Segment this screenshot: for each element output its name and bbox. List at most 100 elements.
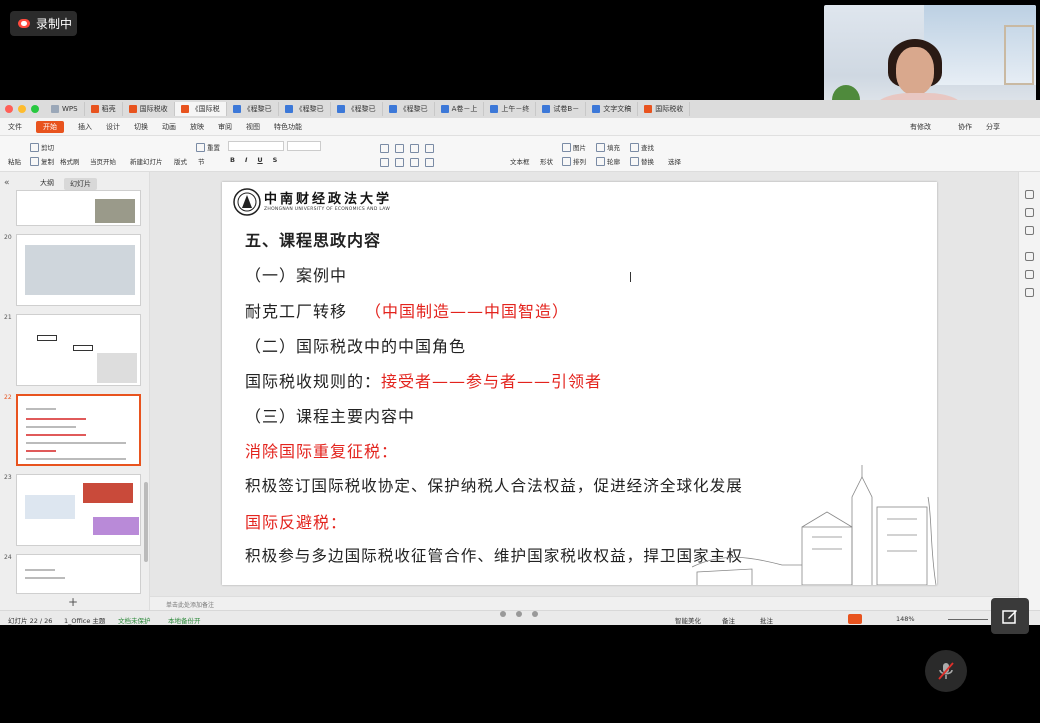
slide-thumbnail-21[interactable] xyxy=(16,314,141,386)
slide-count: 幻灯片 22 / 26 xyxy=(8,617,53,625)
menu-transition[interactable]: 切换 xyxy=(134,122,148,132)
pin-icon[interactable] xyxy=(1025,252,1034,261)
backup-icon[interactable] xyxy=(1025,288,1034,297)
backup-status[interactable]: 本地备份开 xyxy=(168,615,201,625)
bullets-icon[interactable] xyxy=(380,144,389,153)
history-icon[interactable] xyxy=(1025,226,1034,235)
format-painter-button[interactable]: 格式刷 xyxy=(60,156,80,166)
menu-animation[interactable]: 动画 xyxy=(162,122,176,132)
from-current-button[interactable]: 当页开始 xyxy=(90,156,116,166)
share-button[interactable]: 分享 xyxy=(986,122,1000,132)
add-slide-icon[interactable]: + xyxy=(68,595,78,609)
outdent-icon[interactable] xyxy=(425,144,434,153)
minimize-window-icon[interactable] xyxy=(18,105,26,113)
menu-review[interactable]: 审阅 xyxy=(218,122,232,132)
zoom-level[interactable]: 148% xyxy=(896,615,915,623)
justify-icon[interactable] xyxy=(425,158,434,167)
slide-thumbnail-23[interactable] xyxy=(16,474,141,546)
slide-thumbnail-19[interactable] xyxy=(16,190,141,226)
document-tab[interactable]: 文字文稿 xyxy=(586,102,639,116)
outline-tab[interactable]: 大纲 xyxy=(40,178,54,190)
slide-thumbnail-20[interactable] xyxy=(16,234,141,306)
document-icon xyxy=(90,105,99,113)
has-changes[interactable]: 有修改 xyxy=(910,122,931,132)
notes-toggle[interactable]: 备注 xyxy=(722,615,735,625)
close-window-icon[interactable] xyxy=(5,105,13,113)
italic-button[interactable]: I xyxy=(245,156,247,164)
notes-area[interactable]: 单击此处添加备注 xyxy=(150,596,1018,610)
share-icon[interactable] xyxy=(1025,270,1034,279)
document-tab[interactable]: 《程黎已 xyxy=(279,102,331,116)
document-icon xyxy=(51,105,59,113)
slides-tab[interactable]: 幻灯片 xyxy=(64,178,97,190)
align-right-icon[interactable] xyxy=(410,158,419,167)
smart-beautify-button[interactable]: 智能美化 xyxy=(675,615,701,625)
document-tab[interactable]: 试卷B－ xyxy=(536,102,587,116)
collapse-panel-icon[interactable]: « xyxy=(4,178,10,188)
document-tab[interactable]: 上午－终 xyxy=(484,102,537,116)
campus-sketch-image xyxy=(692,465,937,585)
underline-button[interactable]: U xyxy=(257,156,262,164)
document-tab[interactable]: 《国际税 xyxy=(174,102,227,116)
panel-scrollbar[interactable] xyxy=(144,482,148,562)
menu-start[interactable]: 开始 xyxy=(36,120,64,133)
recording-badge[interactable]: 录制中 xyxy=(10,11,77,36)
outline-button[interactable]: 轮廓 xyxy=(596,156,620,166)
document-tab[interactable]: 国际税收 xyxy=(638,102,691,116)
comment-toggle[interactable]: 批注 xyxy=(760,615,773,625)
find-button[interactable]: 查找 xyxy=(630,142,654,152)
new-slide-button[interactable]: 新建幻灯片 xyxy=(130,156,163,166)
play-slideshow-icon[interactable] xyxy=(848,614,862,624)
strikethrough-button[interactable]: S xyxy=(273,156,278,164)
textbox-button[interactable]: 文本框 xyxy=(510,156,530,166)
font-name-select[interactable] xyxy=(228,141,284,151)
zoom-slider[interactable] xyxy=(948,619,988,620)
document-tabs: WPS 稻壳 国际税收 《国际税 《程黎已 《程黎已 《程黎已 《程黎已 A卷－上 上午－终 试卷B… xyxy=(45,102,691,116)
document-tab[interactable]: 《程黎已 xyxy=(383,102,435,116)
document-tab-label: 试卷B－ xyxy=(553,105,580,113)
menu-slideshow[interactable]: 放映 xyxy=(190,122,204,132)
align-left-icon[interactable] xyxy=(380,158,389,167)
document-icon xyxy=(644,105,653,113)
mute-microphone-button[interactable] xyxy=(925,650,967,692)
maximize-window-icon[interactable] xyxy=(31,105,39,113)
arrange-button[interactable]: 排列 xyxy=(562,156,586,166)
document-tab[interactable]: A卷－上 xyxy=(435,102,485,116)
menu-insert[interactable]: 插入 xyxy=(78,122,92,132)
section-button[interactable]: 节 xyxy=(198,156,205,166)
slide-thumbnail-22[interactable] xyxy=(16,394,141,466)
select-button[interactable]: 选择 xyxy=(668,156,681,166)
annotate-button[interactable] xyxy=(991,598,1029,634)
cut-button[interactable]: 剪切 xyxy=(30,142,54,152)
reset-button[interactable]: 重置 xyxy=(196,142,220,152)
indent-icon[interactable] xyxy=(410,144,419,153)
align-center-icon[interactable] xyxy=(395,158,404,167)
replace-button[interactable]: 替换 xyxy=(630,156,654,166)
numbering-icon[interactable] xyxy=(395,144,404,153)
menu-design[interactable]: 设计 xyxy=(106,122,120,132)
slide-thumbnail-24[interactable] xyxy=(16,554,141,594)
bold-button[interactable]: B xyxy=(230,156,235,164)
font-size-select[interactable] xyxy=(287,141,321,151)
animation-icon[interactable] xyxy=(1025,208,1034,217)
shape-button[interactable]: 形状 xyxy=(540,156,553,166)
document-tab[interactable]: 国际税收 xyxy=(123,102,175,116)
menu-features[interactable]: 特色功能 xyxy=(274,122,302,132)
paste-button[interactable]: 粘贴 xyxy=(8,156,21,166)
copy-button[interactable]: 复制 xyxy=(30,156,54,166)
document-tab[interactable]: 《程黎已 xyxy=(227,102,279,116)
menu-file[interactable]: 文件 xyxy=(8,122,22,132)
picture-button[interactable]: 图片 xyxy=(562,142,586,152)
slide-line-rules: 国际税收规则的：接受者——参与者——引领者 xyxy=(245,372,603,391)
fill-button[interactable]: 填充 xyxy=(596,142,620,152)
current-slide[interactable]: 中南财经政法大学 ZHONGNAN UNIVERSITY OF ECONOMIC… xyxy=(222,182,937,585)
theme-name[interactable]: 1_Office 主题 xyxy=(64,615,105,625)
document-tab[interactable]: 《程黎已 xyxy=(331,102,383,116)
properties-icon[interactable] xyxy=(1025,190,1034,199)
layout-button[interactable]: 版式 xyxy=(174,156,187,166)
collaborate-button[interactable]: 协作 xyxy=(958,122,972,132)
document-tab[interactable]: WPS xyxy=(45,102,85,116)
protect-status[interactable]: 文档未保护 xyxy=(118,615,151,625)
menu-view[interactable]: 视图 xyxy=(246,122,260,132)
document-tab[interactable]: 稻壳 xyxy=(85,102,123,116)
